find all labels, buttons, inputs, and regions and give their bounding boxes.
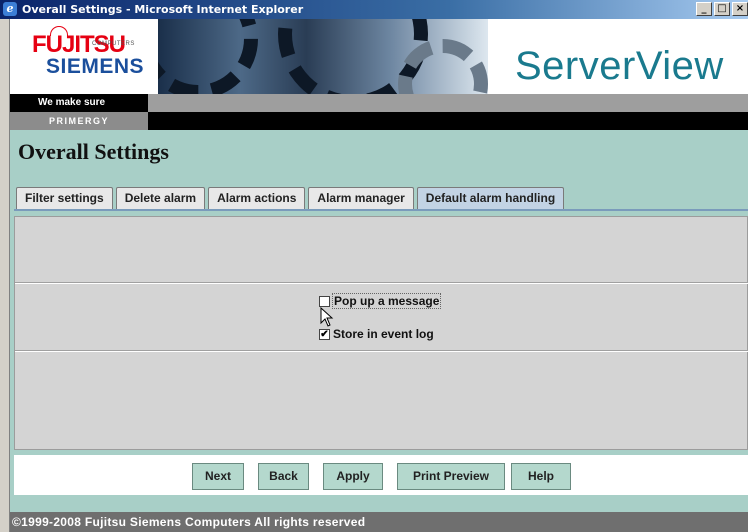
gear-icon [158, 19, 258, 94]
tab-underline [14, 209, 748, 211]
popup-message-checkbox[interactable] [319, 295, 330, 307]
mouse-pointer-icon [320, 307, 334, 327]
print-preview-button[interactable]: Print Preview [397, 463, 505, 490]
divider [15, 282, 748, 284]
serverview-logo: ServerView [488, 19, 748, 94]
tab-filter-settings[interactable]: Filter settings [16, 187, 113, 209]
button-bar: Next Back Apply Print Preview Help [14, 455, 748, 495]
store-event-log-label[interactable]: Store in event log [333, 327, 434, 341]
popup-message-label[interactable]: Pop up a message [331, 293, 442, 309]
store-event-log-option[interactable]: ✔ Store in event log [319, 327, 434, 341]
tagline: We make sure [10, 94, 148, 112]
back-button[interactable]: Back [258, 463, 309, 490]
tab-bar: Filter settings Delete alarm Alarm actio… [16, 187, 567, 209]
minimize-button[interactable]: _ [696, 2, 712, 16]
window-title: Overall Settings - Microsoft Internet Ex… [22, 3, 304, 16]
help-button[interactable]: Help [511, 463, 571, 490]
tab-alarm-actions[interactable]: Alarm actions [208, 187, 306, 209]
logo-computers-text: COMPUTERS [92, 41, 135, 47]
primergy-label: PRIMERGY [10, 112, 148, 130]
window-left-frame [0, 19, 10, 532]
page-title: Overall Settings [18, 139, 169, 164]
gears-banner-image [158, 19, 488, 94]
default-alarm-handling-panel: Pop up a message ✔ Store in event log [14, 216, 748, 450]
window-title-bar[interactable]: e Overall Settings - Microsoft Internet … [0, 0, 748, 19]
close-button[interactable]: × [732, 2, 748, 16]
tagline-bar: We make sure [10, 94, 748, 112]
store-event-log-checkbox[interactable]: ✔ [319, 328, 330, 340]
logo-siemens-text: SIEMENS [46, 55, 145, 78]
internet-explorer-icon: e [3, 2, 17, 16]
popup-message-option[interactable]: Pop up a message [319, 293, 442, 309]
maximize-button[interactable]: □ [714, 2, 730, 16]
tab-alarm-manager[interactable]: Alarm manager [308, 187, 414, 209]
product-name: ServerView [515, 44, 724, 88]
tab-delete-alarm[interactable]: Delete alarm [115, 187, 206, 209]
page-header: FUJITSU COMPUTERS SIEMENS ServerView [10, 19, 748, 94]
next-button[interactable]: Next [192, 463, 244, 490]
brand-bar: PRIMERGY [10, 112, 748, 130]
divider [15, 350, 748, 352]
copyright-footer: ©1999-2008 Fujitsu Siemens Computers All… [10, 512, 748, 532]
apply-button[interactable]: Apply [323, 463, 383, 490]
window-controls: _ □ × [694, 2, 748, 17]
fujitsu-siemens-logo: FUJITSU COMPUTERS SIEMENS [20, 19, 158, 94]
tab-default-alarm-handling[interactable]: Default alarm handling [416, 187, 565, 209]
main-content: Overall Settings Filter settings Delete … [10, 130, 748, 512]
